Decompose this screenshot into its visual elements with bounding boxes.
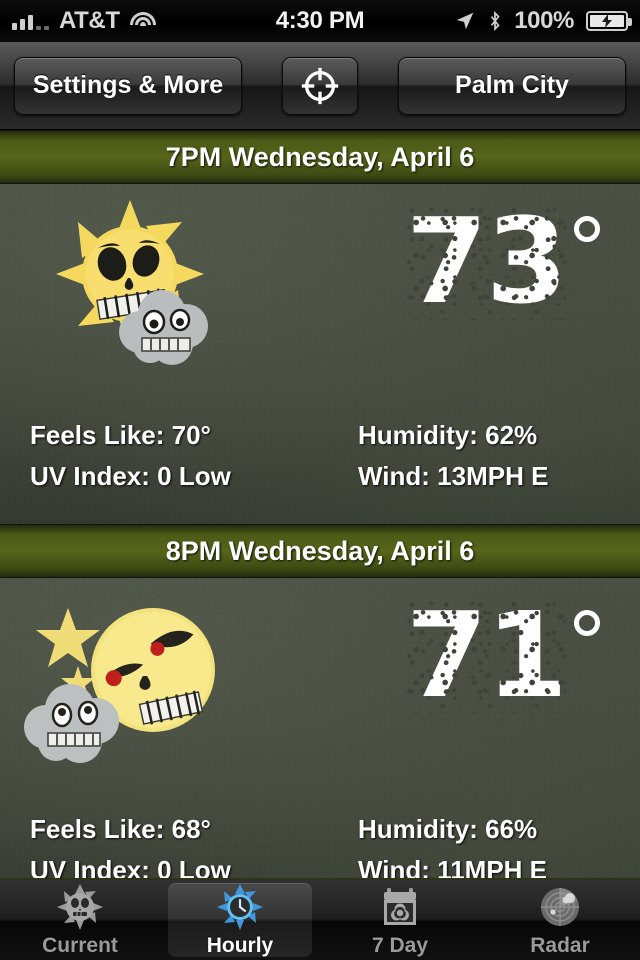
temperature-display-7pm: 73 [405,192,600,330]
degree-symbol-icon [574,216,600,242]
hour-details-7pm: Feels Like: 70° Humidity: 62% UV Index: … [0,420,640,502]
settings-and-more-button[interactable]: Settings & More [14,56,242,115]
uv-index-8pm: UV Index: 0 Low [30,855,231,878]
detail-row-2: UV Index: 0 Low Wind: 11MPH E [0,855,640,878]
wind-7pm: Wind: 13MPH E [358,461,549,491]
temperature-value: 71 [405,586,568,724]
city-button[interactable]: Palm City [398,56,626,115]
battery-charging-icon [586,11,632,31]
tab-bar: Current Hourly 7 Day Radar [0,878,640,960]
humidity-7pm: Humidity: 62% [358,420,538,450]
biohazard-calendar-icon [384,887,416,925]
weather-app: AT&T 4:30 PM 100% Settings & More Palm C… [0,0,640,960]
hour-row-7pm[interactable]: 73 Feels Like: 70° Humidity: 62% UV Inde… [0,184,640,524]
hourly-forecast-list[interactable]: 7PM Wednesday, April 6 73 Feels Like: 70… [0,130,640,878]
feels-like-7pm: Feels Like: 70° [30,420,211,450]
wind-8pm: Wind: 11MPH E [358,855,548,878]
battery-percent-label: 100% [514,7,574,34]
navigation-bar: Settings & More Palm City [0,42,640,130]
bluetooth-icon [491,11,500,31]
skull-sun-icon [57,883,103,930]
tab-hourly[interactable]: Hourly [160,880,320,960]
tab-label-7-day: 7 Day [371,933,429,957]
weather-icon-angry-moon-with-stars-and-cloud [18,590,248,775]
hour-row-8pm[interactable]: 71 Feels Like: 68° Humidity: 66% UV Inde… [0,578,640,878]
detail-row-1: Feels Like: 68° Humidity: 66% [0,814,640,845]
status-bar-right: 100% [454,0,632,42]
hour-header-8pm: 8PM Wednesday, April 6 [0,524,640,578]
temperature-display-8pm: 71 [405,586,600,724]
crosshair-icon [301,67,339,104]
humidity-8pm: Humidity: 66% [358,814,538,844]
weather-icon-angry-sun-with-cloud [18,196,248,381]
status-bar: AT&T 4:30 PM 100% [0,0,640,42]
detail-row-2: UV Index: 0 Low Wind: 13MPH E [0,461,640,492]
locate-me-button[interactable] [282,56,358,115]
hour-details-8pm: Feels Like: 68° Humidity: 66% UV Index: … [0,814,640,878]
hour-header-7pm: 7PM Wednesday, April 6 [0,130,640,184]
tab-label-radar: Radar [530,933,590,957]
temperature-value: 73 [405,192,568,330]
clock-sun-icon [217,883,263,930]
degree-symbol-icon [574,610,600,636]
tab-label-current: Current [42,933,118,957]
uv-index-7pm: UV Index: 0 Low [30,461,231,491]
radar-icon [541,887,579,926]
tab-radar[interactable]: Radar [480,880,640,960]
location-arrow-icon [456,12,474,30]
detail-row-1: Feels Like: 70° Humidity: 62% [0,420,640,451]
tab-label-hourly: Hourly [206,933,274,957]
tab-7-day[interactable]: 7 Day [320,880,480,960]
tab-current[interactable]: Current [0,880,160,960]
feels-like-8pm: Feels Like: 68° [30,814,211,844]
